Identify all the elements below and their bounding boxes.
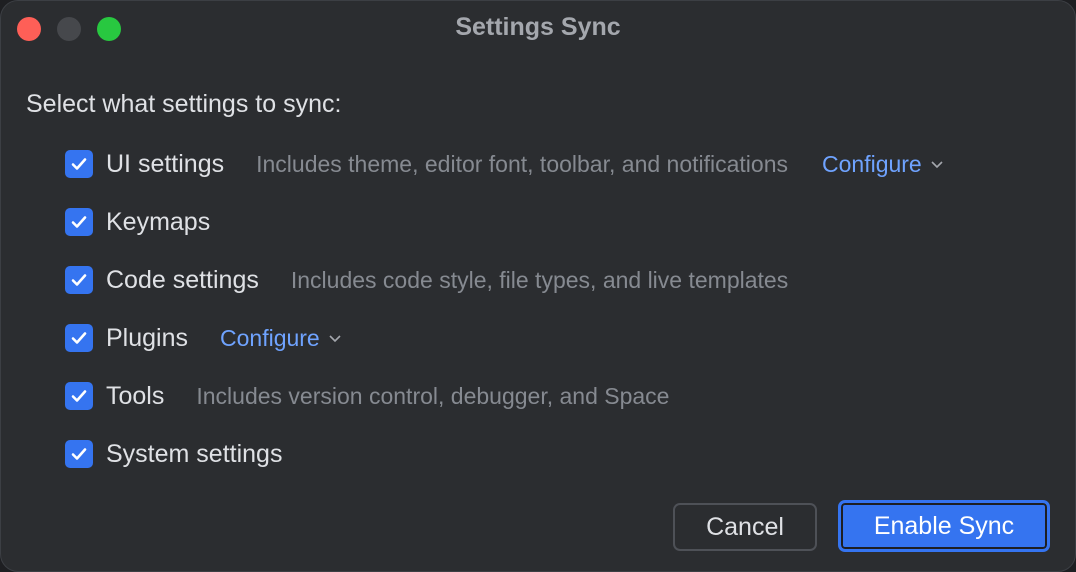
item-label: Code settings xyxy=(106,265,259,294)
chevron-down-icon xyxy=(931,161,943,169)
checkbox-keymaps[interactable] xyxy=(65,208,93,236)
checkbox-code-settings[interactable] xyxy=(65,266,93,294)
enable-sync-button[interactable]: Enable Sync xyxy=(838,500,1050,552)
item-label: Tools xyxy=(106,381,165,410)
checkmark-icon xyxy=(71,448,87,460)
sync-item-code-settings: Code settings Includes code style, file t… xyxy=(65,265,822,295)
checkmark-icon xyxy=(71,390,87,402)
sync-item-ui-settings: UI settings Includes theme, editor font, … xyxy=(65,149,944,179)
cancel-button[interactable]: Cancel xyxy=(673,503,817,551)
checkmark-icon xyxy=(71,274,87,286)
sync-item-plugins: Plugins Configure xyxy=(65,323,342,353)
checkmark-icon xyxy=(71,216,87,228)
item-label: Plugins xyxy=(106,323,188,352)
item-description: Includes code style, file types, and liv… xyxy=(290,266,789,293)
checkbox-system-settings[interactable] xyxy=(65,440,93,468)
item-label: Keymaps xyxy=(106,207,211,236)
item-label: UI settings xyxy=(106,149,225,178)
item-label: System settings xyxy=(106,439,283,468)
configure-label: Configure xyxy=(822,150,922,177)
settings-sync-dialog: Settings Sync Select what settings to sy… xyxy=(0,0,1076,572)
sync-item-keymaps: Keymaps xyxy=(65,207,242,237)
chevron-down-icon xyxy=(329,335,341,343)
configure-label: Configure xyxy=(220,324,320,351)
sync-item-tools: Tools Includes version control, debugger,… xyxy=(65,381,703,411)
checkbox-ui-settings[interactable] xyxy=(65,150,93,178)
checkbox-plugins[interactable] xyxy=(65,324,93,352)
configure-dropdown-ui-settings[interactable]: Configure xyxy=(822,151,944,178)
window-title: Settings Sync xyxy=(455,13,621,41)
configure-dropdown-plugins[interactable]: Configure xyxy=(220,325,342,352)
sync-item-system-settings: System settings xyxy=(65,439,314,469)
checkmark-icon xyxy=(71,158,87,170)
item-description: Includes theme, editor font, toolbar, an… xyxy=(256,150,788,177)
checkmark-icon xyxy=(71,332,87,344)
checkbox-tools[interactable] xyxy=(65,382,93,410)
prompt-label: Select what settings to sync: xyxy=(26,90,342,118)
item-description: Includes version control, debugger, and … xyxy=(196,382,670,409)
